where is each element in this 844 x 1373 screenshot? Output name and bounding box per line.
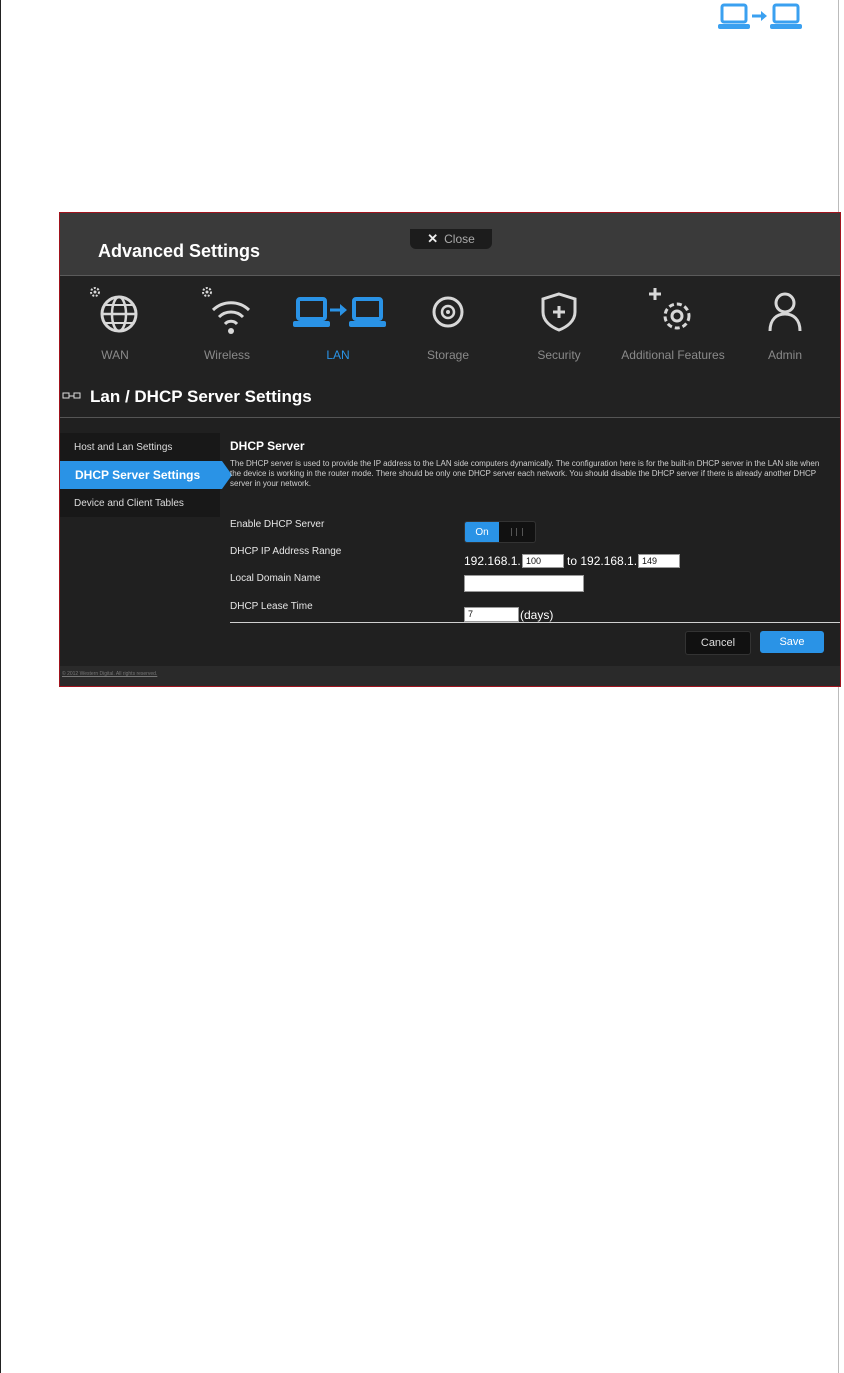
sidebar: Host and Lan Settings DHCP Server Settin… [60, 433, 232, 517]
nav-item-wireless[interactable]: Wireless [194, 276, 260, 371]
ip-range-prefix: 192.168.1. [464, 554, 521, 568]
nav-label-storage: Storage [426, 348, 470, 362]
disc-icon [432, 296, 464, 328]
page-title: Advanced Settings [98, 241, 261, 261]
enable-dhcp-toggle[interactable]: On [464, 521, 536, 543]
nav-item-storage[interactable]: Storage [415, 276, 481, 371]
domain-label: Local Domain Name [230, 573, 321, 584]
form-description: The DHCP server is used to provide the I… [230, 459, 820, 488]
lease-time-input[interactable]: 7 [464, 607, 519, 622]
toggle-on-label: On [465, 522, 499, 542]
router-settings-screenshot: Advanced Settings ✕ Close WAN Wireless L… [59, 212, 841, 687]
page-left-border [0, 0, 1, 1373]
wifi-icon [202, 287, 251, 334]
lan-icon [62, 392, 81, 399]
domain-input[interactable] [464, 575, 584, 592]
cancel-button[interactable]: Cancel [685, 631, 751, 655]
save-button[interactable]: Save [760, 631, 824, 653]
globe-icon [90, 287, 138, 333]
close-button[interactable]: ✕ Close [410, 229, 492, 249]
nav-item-wan[interactable]: WAN [82, 276, 148, 371]
nav-label-lan: LAN [326, 348, 350, 362]
sidebar-item-device-client-tables[interactable]: Device and Client Tables [74, 498, 184, 509]
header-bar: Advanced Settings ✕ Close [60, 213, 840, 276]
footer-bar: © 2012 Western Digital. All rights reser… [60, 666, 840, 686]
nav-label-wan: WAN [101, 348, 129, 362]
section-header: Lan / DHCP Server Settings [60, 371, 840, 418]
nav-label-wireless: Wireless [203, 348, 250, 362]
shield-icon [541, 292, 577, 332]
nav-label-additional-features: Additional Features [621, 348, 725, 362]
main-nav: WAN Wireless LAN Storage Security Additi… [60, 276, 840, 371]
nav-item-security[interactable]: Security [526, 276, 592, 371]
gear-plus-icon [649, 288, 691, 330]
close-label: Close [444, 232, 475, 246]
nav-item-lan[interactable]: LAN [285, 276, 391, 371]
sidebar-item-label: DHCP Server Settings [75, 468, 201, 482]
toggle-grip-icon [511, 528, 523, 536]
copyright-link[interactable]: © 2012 Western Digital. All rights reser… [62, 671, 157, 677]
lan-icon [293, 297, 386, 327]
ip-range-start-input[interactable]: 100 [522, 554, 564, 568]
section-title: Lan / DHCP Server Settings [90, 387, 312, 406]
enable-dhcp-label: Enable DHCP Server [230, 519, 325, 530]
sidebar-item-dhcp-server-settings[interactable]: DHCP Server Settings [60, 461, 222, 489]
nav-label-security: Security [537, 348, 581, 362]
nav-item-additional-features[interactable]: Additional Features [614, 276, 732, 371]
ip-range-label: DHCP IP Address Range [230, 546, 342, 557]
close-icon: ✕ [427, 231, 439, 246]
nav-item-admin[interactable]: Admin [752, 276, 818, 371]
form-title: DHCP Server [230, 439, 305, 453]
lease-unit: (days) [520, 608, 554, 622]
ip-range-to: to 192.168.1. [567, 554, 638, 568]
lease-time-label: DHCP Lease Time [230, 601, 313, 612]
ip-range-end-input[interactable]: 149 [638, 554, 680, 568]
user-icon [768, 292, 802, 332]
nav-label-admin: Admin [767, 348, 802, 362]
form-divider [230, 622, 840, 623]
sidebar-item-host-lan-settings[interactable]: Host and Lan Settings [74, 442, 172, 453]
lan-icon [718, 3, 802, 29]
